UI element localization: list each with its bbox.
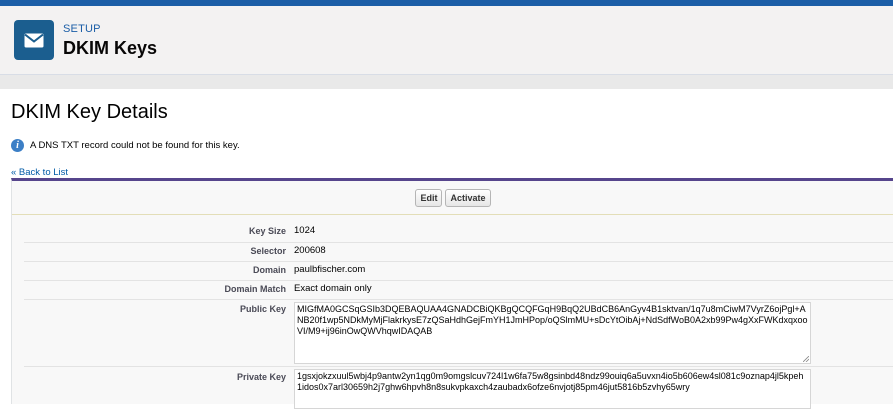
main-content: DKIM Key Details i A DNS TXT record coul… (0, 89, 893, 409)
info-message: i A DNS TXT record could not be found fo… (11, 139, 240, 152)
detail-panel: Edit Activate Key Size 1024 Selector 200… (11, 178, 893, 409)
field-row-private-key: Private Key 1gsxjokzxuul5wbj4p9antw2yn1q… (24, 366, 893, 409)
field-label: Domain Match (224, 284, 286, 294)
field-label: Public Key (239, 304, 286, 314)
private-key-value: 1gsxjokzxuul5wbj4p9antw2yn1qg0m9omgslcuv… (297, 371, 804, 392)
header-divider (0, 75, 893, 89)
public-key-value: MIGfMA0GCSqGSIb3DQEBAQUAA4GNADCBiQKBgQCQ… (297, 304, 808, 336)
resize-handle-icon[interactable] (803, 356, 809, 362)
field-label: Private Key (236, 372, 286, 382)
field-row-selector: Selector 200608 (24, 242, 893, 262)
back-to-list-link[interactable]: « Back to List (11, 167, 68, 178)
edit-button[interactable]: Edit (415, 188, 443, 207)
field-row-domain-match: Domain Match Exact domain only (24, 280, 893, 300)
envelope-icon (14, 20, 54, 60)
key-size-value: 1024 (294, 225, 316, 236)
detail-title: DKIM Key Details (11, 101, 168, 123)
button-row: Edit Activate (12, 181, 893, 215)
domain-match-value: Exact domain only (294, 283, 372, 294)
domain-value: paulbfischer.com (294, 264, 366, 275)
field-label: Key Size (248, 226, 286, 236)
field-label: Selector (250, 246, 286, 256)
breadcrumb[interactable]: SETUP (63, 23, 101, 35)
page-header: SETUP DKIM Keys (0, 6, 893, 75)
selector-value: 200608 (294, 245, 326, 256)
activate-button[interactable]: Activate (445, 188, 491, 207)
info-message-text: A DNS TXT record could not be found for … (30, 140, 240, 151)
info-icon: i (11, 139, 24, 152)
field-row-domain: Domain paulbfischer.com (24, 261, 893, 281)
page-title: DKIM Keys (63, 38, 158, 58)
field-row-key-size: Key Size 1024 (24, 221, 893, 243)
public-key-textarea[interactable]: MIGfMA0GCSqGSIb3DQEBAQUAA4GNADCBiQKBgQCQ… (294, 302, 811, 364)
field-label: Domain (252, 265, 286, 275)
field-row-public-key: Public Key MIGfMA0GCSqGSIb3DQEBAQUAA4GNA… (24, 299, 893, 367)
private-key-textarea[interactable]: 1gsxjokzxuul5wbj4p9antw2yn1qg0m9omgslcuv… (294, 369, 811, 409)
